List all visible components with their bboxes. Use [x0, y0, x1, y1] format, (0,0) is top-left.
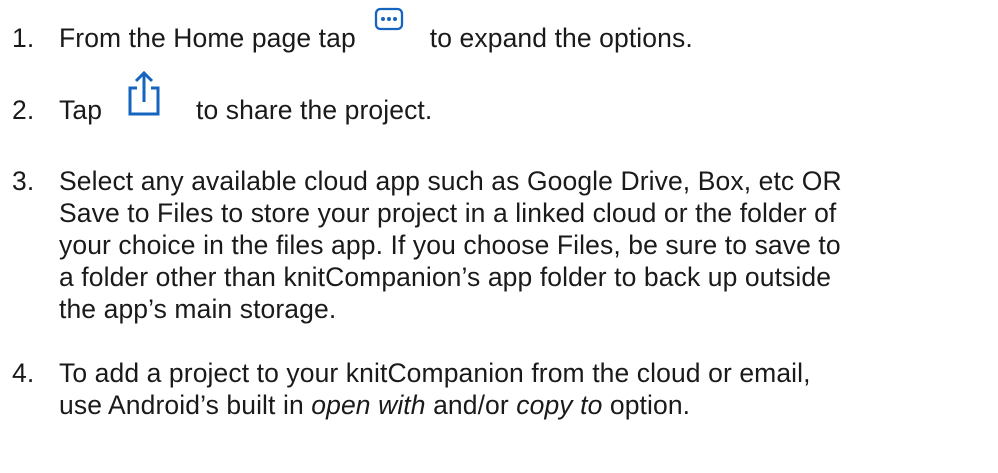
step-number: 2.	[12, 95, 35, 125]
more-options-icon	[372, 7, 410, 54]
step-text: and/or	[425, 390, 517, 420]
step-line: From the Home page tap to expand the opt…	[59, 7, 994, 54]
step-line: Save to Files to store your project in a…	[59, 198, 837, 228]
copy-to-emphasis: copy to	[516, 390, 603, 420]
instructions-document: 1. From the Home page tap to expand the …	[0, 0, 998, 473]
step-text-before-icon: From the Home page tap	[59, 23, 356, 53]
step-body: Tap to share the project.	[59, 70, 994, 126]
step-body: Select any available cloud app such as G…	[59, 165, 994, 325]
step-number: 1.	[12, 23, 35, 53]
step-text-before-icon: Tap	[59, 95, 103, 125]
step-number: 3.	[12, 166, 35, 196]
step-body: To add a project to your knitCompanion f…	[59, 357, 994, 421]
step-line: use Android’s built in open with and/or …	[59, 389, 994, 421]
step-line: the app’s main storage.	[59, 294, 337, 324]
step-number: 4.	[12, 358, 35, 388]
step-text-after-icon: to expand the options.	[429, 23, 693, 53]
step-line: To add a project to your knitCompanion f…	[59, 358, 811, 388]
open-with-emphasis: open with	[311, 390, 426, 420]
step-text-after-icon: to share the project.	[196, 95, 433, 125]
step-text: option.	[602, 390, 691, 420]
step-line: a folder other than knitCompanion’s app …	[59, 262, 832, 292]
share-icon	[124, 70, 164, 126]
step-text: use Android’s built in	[59, 390, 312, 420]
step-line: Tap to share the project.	[59, 70, 994, 126]
step-line: your choice in the files app. If you cho…	[59, 230, 841, 260]
step-line: Select any available cloud app such as G…	[59, 166, 842, 196]
step-body: From the Home page tap to expand the opt…	[59, 7, 994, 54]
